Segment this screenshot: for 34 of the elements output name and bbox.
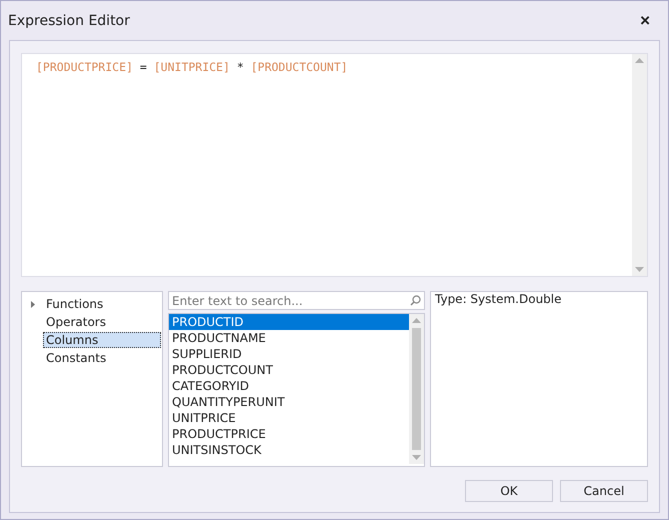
- search-field[interactable]: Enter text to search...: [168, 291, 425, 310]
- dialog-button[interactable]: Cancel: [560, 480, 648, 502]
- scroll-up-icon[interactable]: [412, 318, 421, 323]
- category-item[interactable]: Operators: [43, 314, 161, 330]
- expression-field[interactable]: [PRODUCTPRICE] = [UNITPRICE] * [PRODUCTCOUNT]: [21, 53, 648, 277]
- operator-token: =: [140, 60, 147, 74]
- column-item[interactable]: PRODUCTNAME: [169, 330, 409, 346]
- scroll-down-icon[interactable]: [635, 267, 644, 272]
- column-item[interactable]: UNITSINSTOCK: [169, 442, 409, 458]
- column-item[interactable]: PRODUCTID: [169, 314, 409, 330]
- window-title: Expression Editor: [8, 12, 130, 28]
- scrollbar[interactable]: [632, 54, 647, 276]
- column-item[interactable]: SUPPLIERID: [169, 346, 409, 362]
- column-item[interactable]: UNITPRICE: [169, 410, 409, 426]
- category-item[interactable]: Functions: [43, 296, 161, 312]
- type-description: Type: System.Double: [435, 292, 562, 306]
- search-icon: [410, 295, 421, 306]
- column-item[interactable]: PRODUCTPRICE: [169, 426, 409, 442]
- close-button[interactable]: ×: [636, 10, 654, 30]
- column-token: [PRODUCTPRICE]: [36, 60, 133, 74]
- column-item[interactable]: PRODUCTCOUNT: [169, 362, 409, 378]
- scrollbar[interactable]: [409, 314, 424, 464]
- scroll-up-icon[interactable]: [635, 58, 644, 63]
- operator-token: *: [236, 60, 244, 74]
- category-item[interactable]: Constants: [43, 350, 161, 366]
- column-token: [PRODUCTCOUNT]: [250, 60, 348, 74]
- column-token: [UNITPRICE]: [154, 60, 230, 74]
- expand-arrow-icon[interactable]: [31, 300, 35, 308]
- scroll-thumb[interactable]: [412, 328, 421, 450]
- scroll-down-icon[interactable]: [412, 455, 421, 460]
- column-item[interactable]: QUANTITYPERUNIT: [169, 394, 409, 410]
- column-item[interactable]: CATEGORYID: [169, 378, 409, 394]
- category-item[interactable]: Columns: [43, 332, 161, 348]
- dialog-button[interactable]: OK: [465, 480, 553, 502]
